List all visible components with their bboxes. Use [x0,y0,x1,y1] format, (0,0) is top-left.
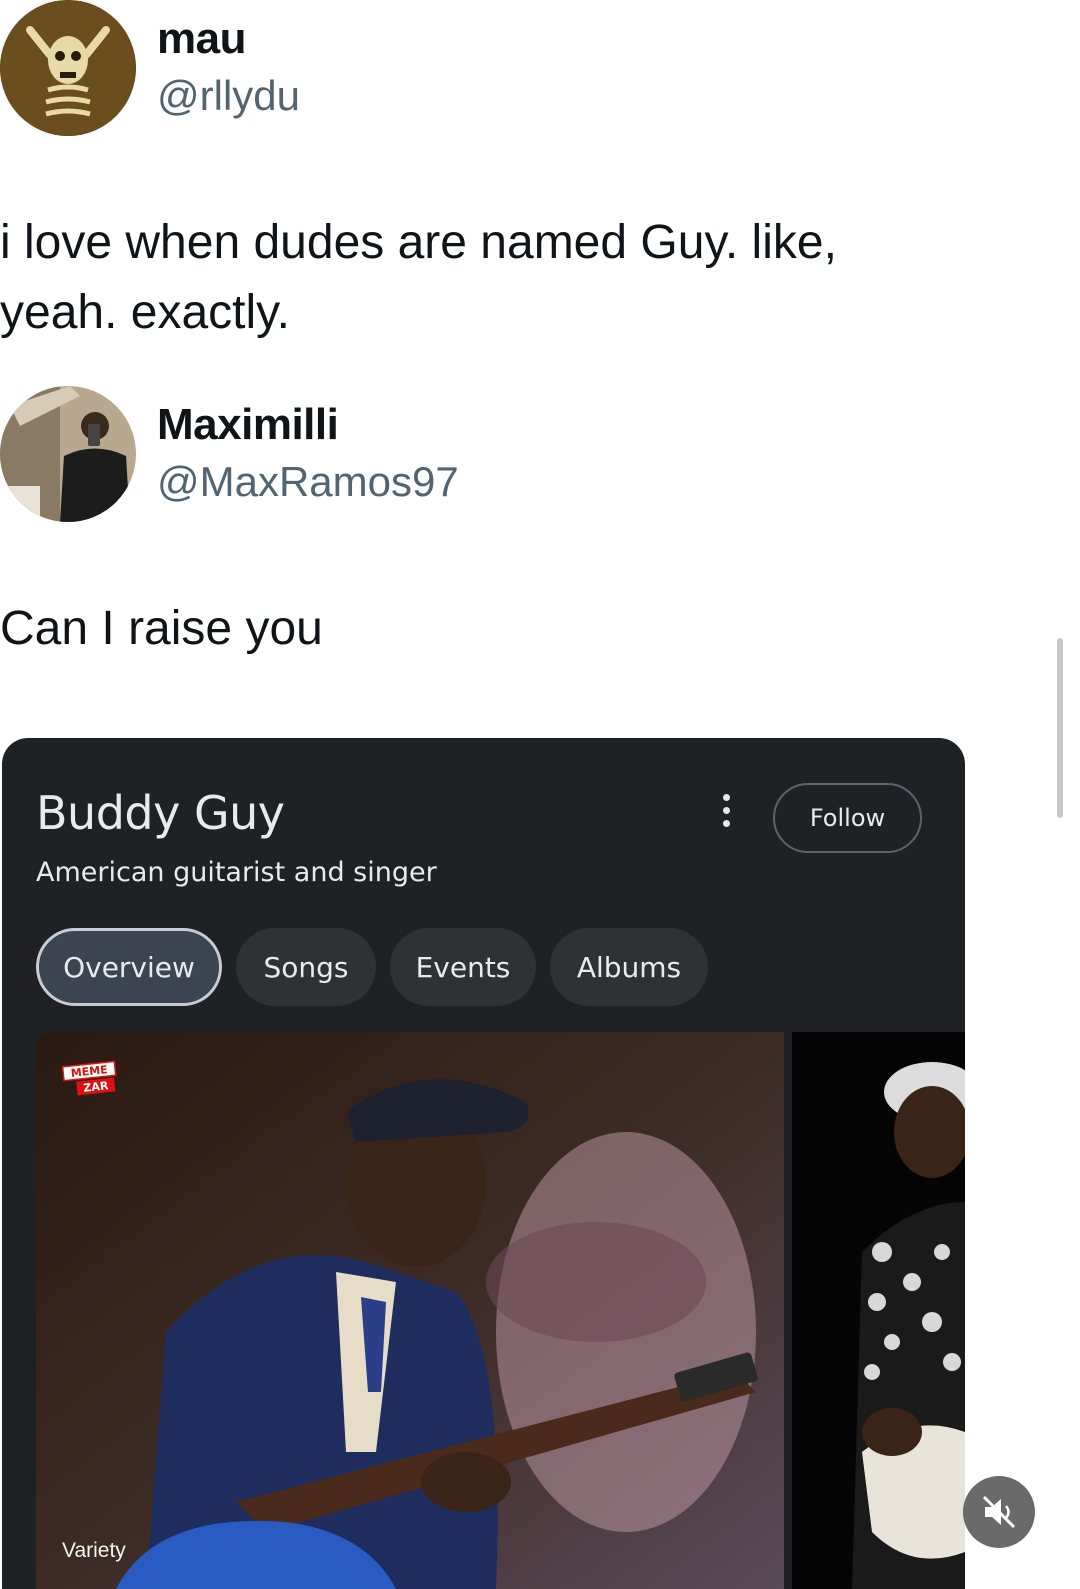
tab-albums[interactable]: Albums [550,928,708,1006]
scrollbar[interactable] [1057,638,1063,818]
tab-songs[interactable]: Songs [236,928,376,1006]
tweet1-text-line2: yeah. exactly. [0,286,290,339]
avatar-maximilli[interactable] [0,386,136,522]
memezar-watermark-icon: MEME ZAR [61,1060,117,1096]
tweet2-handle[interactable]: @MaxRamos97 [157,458,459,506]
card-subtitle: American guitarist and singer [36,857,437,888]
avatar-mau[interactable] [0,0,136,136]
tweet1-handle[interactable]: @rllydu [157,72,300,120]
follow-button[interactable]: Follow [773,783,922,853]
photo-credit: Variety [62,1539,126,1562]
tweet2-text: Can I raise you [0,602,323,655]
skeleton-avatar-image [0,0,136,136]
svg-text:ZAR: ZAR [83,1079,110,1095]
tweet1-text: i love when dudes are named Guy. like, y… [0,208,837,348]
more-vert-icon[interactable] [712,790,740,830]
tweet1-text-line1: i love when dudes are named Guy. like, [0,216,837,269]
tweet2-display-name[interactable]: Maximilli [157,400,339,450]
musician-photo-2-image [792,1032,965,1589]
tab-events[interactable]: Events [390,928,536,1006]
main-photo[interactable]: MEME ZAR Variety [36,1032,784,1589]
tab-overview[interactable]: Overview [36,928,222,1006]
secondary-photo[interactable] [792,1032,965,1589]
musician-photo-image [36,1032,784,1589]
tweet1-display-name[interactable]: mau [157,14,246,64]
speaker-muted-icon [982,1495,1016,1529]
card-title: Buddy Guy [36,786,285,840]
knowledge-panel-card: Buddy Guy American guitarist and singer … [2,738,965,1589]
volume-off-icon[interactable] [963,1476,1035,1548]
selfie-avatar-image [0,386,136,522]
